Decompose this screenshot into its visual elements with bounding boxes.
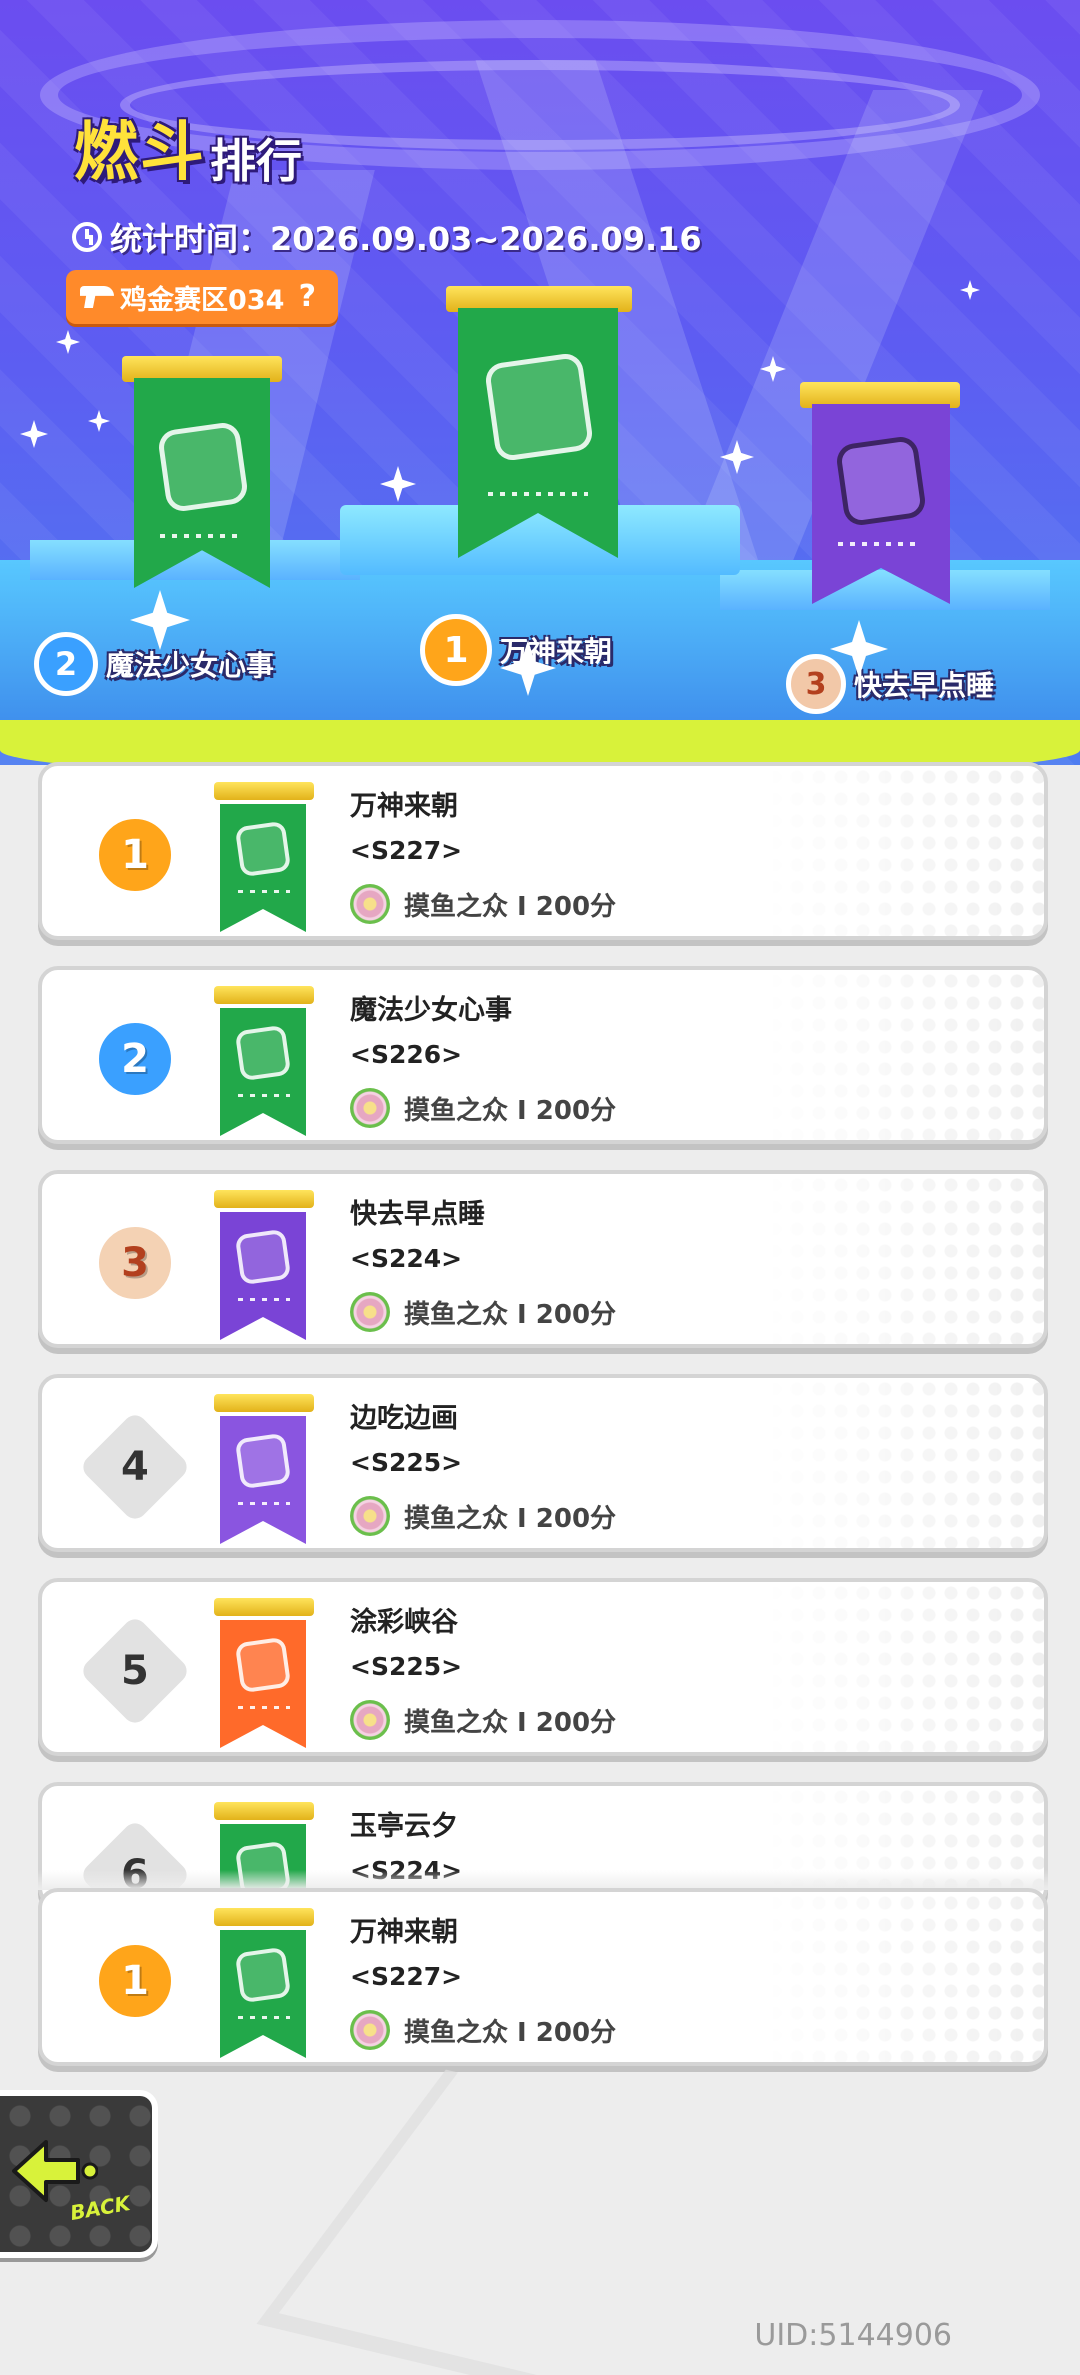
server-tag: <S227>	[350, 1962, 463, 1991]
rank-1-badge: 1	[420, 614, 492, 686]
back-arrow-icon	[12, 2140, 98, 2202]
tier-row: 摸鱼之众 I 200分	[350, 1700, 616, 1740]
tier-row: 摸鱼之众 I 200分	[350, 1088, 616, 1128]
rank-number: 5	[121, 1648, 149, 1694]
podium-label-second: 2 魔法少女心事	[34, 632, 274, 696]
server-tag: <S225>	[350, 1448, 463, 1477]
page-title: 燃斗 排行	[74, 118, 302, 188]
podium-third-platform	[720, 570, 1050, 610]
ranking-card[interactable]: 4 边吃边画 <S225> 摸鱼之众 I 200分	[38, 1374, 1048, 1552]
flower-tier-icon	[350, 1700, 390, 1740]
rank-2-badge: 2	[34, 632, 98, 696]
tier-score: 摸鱼之众 I 200分	[404, 891, 617, 922]
server-tag: <S224>	[350, 1244, 463, 1273]
rank-badge: 4	[78, 1410, 192, 1524]
team-name: 快去早点睡	[350, 1199, 485, 1230]
flower-tier-icon	[350, 884, 390, 924]
zone-label: 鸡金赛区034	[120, 284, 285, 316]
tier-row: 摸鱼之众 I 200分	[350, 2010, 616, 2050]
tier-score: 摸鱼之众 I 200分	[404, 2017, 617, 2048]
flower-tier-icon	[350, 1496, 390, 1536]
team-name: 万神来朝	[350, 791, 458, 822]
stat-period-text: 统计时间：2026.09.03~2026.09.16	[110, 220, 702, 258]
sparkle-icon	[380, 466, 416, 502]
background-scribble	[256, 2069, 724, 2375]
rank-number: 2	[121, 1036, 149, 1082]
podium-label-first: 1 万神来朝	[420, 614, 612, 686]
tier-row: 摸鱼之众 I 200分	[350, 884, 616, 924]
rank-badge: 1	[80, 800, 190, 910]
rank-badge: 2	[80, 1004, 190, 1114]
rank-badge-gold: 1	[93, 813, 177, 897]
team-name: 玉亭云夕	[350, 1811, 458, 1842]
slime-edge	[0, 720, 1080, 765]
team-name: 魔法少女心事	[350, 995, 512, 1026]
paint-gun-icon	[80, 286, 114, 308]
list-fade	[0, 1870, 1080, 1890]
rank-number: 1	[121, 832, 149, 878]
title-sub: 排行	[210, 134, 302, 188]
rank-badge-bronze: 3	[93, 1221, 177, 1305]
rank-badge-gold: 1	[93, 1939, 177, 2023]
help-icon[interactable]: ?	[290, 280, 325, 314]
sparkle-icon	[56, 330, 80, 354]
ranking-card[interactable]: 2 魔法少女心事 <S226> 摸鱼之众 I 200分	[38, 966, 1048, 1144]
flower-tier-icon	[350, 2010, 390, 2050]
tier-score: 摸鱼之众 I 200分	[404, 1503, 617, 1534]
clock-icon	[72, 222, 102, 252]
podium-name-second: 魔法少女心事	[106, 649, 275, 682]
title-main: 燃斗	[74, 116, 206, 190]
team-name: 边吃边画	[350, 1403, 458, 1434]
tier-score: 摸鱼之众 I 200分	[404, 1299, 617, 1330]
my-team-card[interactable]: 1 万神来朝 <S227> 摸鱼之众 I 200分	[38, 1888, 1048, 2066]
flower-tier-icon	[350, 1088, 390, 1128]
rank-badge: 5	[78, 1614, 192, 1728]
server-tag: <S225>	[350, 1652, 463, 1681]
ranking-card[interactable]: 3 快去早点睡 <S224> 摸鱼之众 I 200分	[38, 1170, 1048, 1348]
rank-badge-blue: 2	[93, 1017, 177, 1101]
stat-period: 统计时间：2026.09.03~2026.09.16	[72, 214, 702, 260]
tier-score: 摸鱼之众 I 200分	[404, 1707, 617, 1738]
zone-badge[interactable]: 鸡金赛区034 ?	[66, 270, 339, 324]
back-button[interactable]: BACK	[0, 2090, 158, 2258]
flower-tier-icon	[350, 1292, 390, 1332]
ranking-card[interactable]: 1 万神来朝 <S227> 摸鱼之众 I 200分	[38, 762, 1048, 940]
rank-badge: 1	[80, 1926, 190, 2036]
server-tag: <S227>	[350, 836, 463, 865]
podium-label-third: 3 快去早点睡	[786, 654, 994, 714]
sparkle-icon	[960, 280, 980, 300]
hero-stage: 燃斗 排行 统计时间：2026.09.03~2026.09.16 鸡金赛区034…	[0, 0, 1080, 765]
rank-number: 3	[121, 1240, 149, 1286]
podium-name-third: 快去早点睡	[854, 669, 995, 702]
team-name: 涂彩峡谷	[350, 1607, 458, 1638]
rank-badge-plain: 5	[78, 1614, 192, 1728]
rank-badge: 3	[80, 1208, 190, 1318]
rank-number: 4	[121, 1444, 149, 1490]
ranking-card[interactable]: 5 涂彩峡谷 <S225> 摸鱼之众 I 200分	[38, 1578, 1048, 1756]
sparkle-icon	[20, 420, 48, 448]
tier-row: 摸鱼之众 I 200分	[350, 1496, 616, 1536]
tier-score: 摸鱼之众 I 200分	[404, 1095, 617, 1126]
team-name: 万神来朝	[350, 1917, 458, 1948]
user-id: UID:5144906	[754, 2318, 952, 2353]
sparkle-icon	[88, 410, 110, 432]
server-tag: <S226>	[350, 1040, 463, 1069]
rank-badge-plain: 4	[78, 1410, 192, 1524]
rank-number: 1	[121, 1958, 149, 2004]
tier-row: 摸鱼之众 I 200分	[350, 1292, 616, 1332]
podium-first-platform	[340, 505, 740, 575]
rank-3-badge: 3	[786, 654, 846, 714]
